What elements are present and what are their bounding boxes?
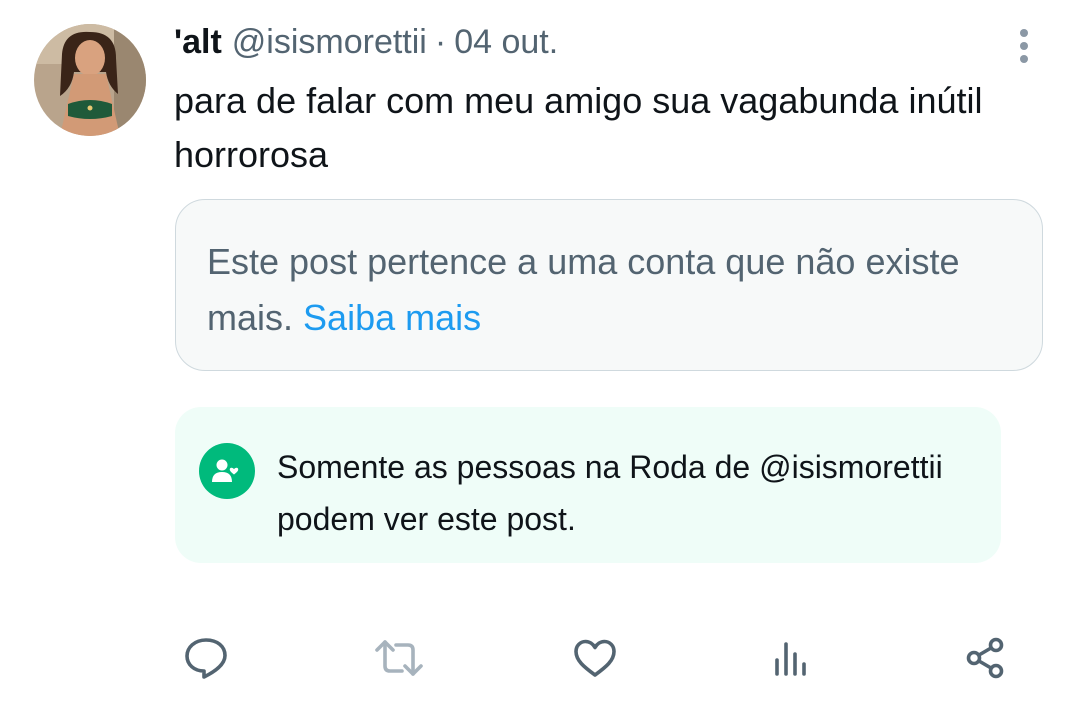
- avatar[interactable]: [34, 24, 146, 136]
- reply-icon[interactable]: [178, 630, 234, 686]
- separator-dot: ·: [434, 22, 447, 61]
- learn-more-link[interactable]: Saiba mais: [303, 297, 481, 338]
- circle-people-icon: [199, 443, 255, 499]
- action-bar: [0, 630, 1080, 686]
- display-name[interactable]: 'alt: [174, 23, 222, 62]
- unavailable-notice: Este post pertence a uma conta que não e…: [207, 234, 1012, 346]
- share-icon[interactable]: [958, 630, 1014, 686]
- post-text: para de falar com meu amigo sua vagabund…: [174, 80, 983, 175]
- retweet-icon[interactable]: [371, 630, 427, 686]
- like-icon[interactable]: [567, 630, 623, 686]
- circle-notice: Somente as pessoas na Roda de @isismoret…: [175, 407, 1001, 563]
- views-icon[interactable]: [763, 630, 819, 686]
- more-options-icon[interactable]: [1004, 24, 1044, 68]
- circle-notice-text: Somente as pessoas na Roda de @isismoret…: [277, 449, 943, 537]
- post-date[interactable]: 04 out.: [454, 23, 558, 62]
- user-handle[interactable]: @isismorettii: [232, 23, 427, 62]
- quoted-post-unavailable: Este post pertence a uma conta que não e…: [175, 199, 1043, 371]
- post-header: 'alt @isismorettii · 04 out.: [174, 20, 558, 64]
